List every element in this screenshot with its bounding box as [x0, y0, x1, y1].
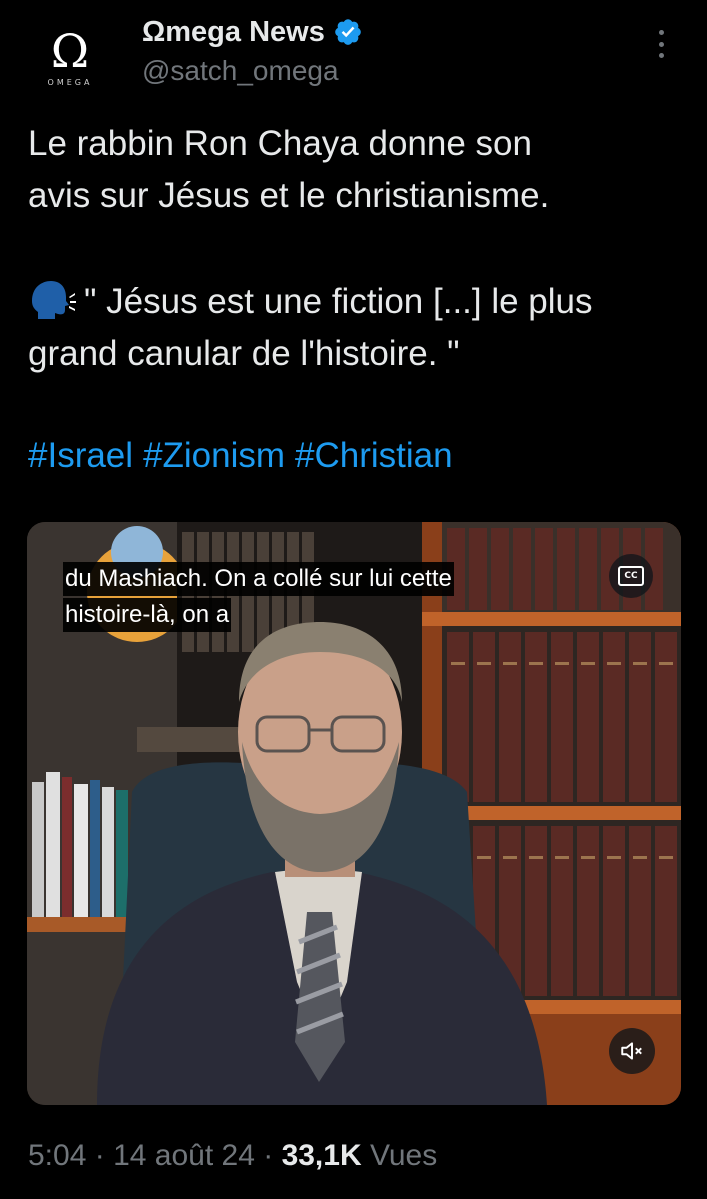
meta-separator: ·	[263, 1139, 274, 1172]
author-display-name[interactable]: Ωmega News	[142, 14, 363, 50]
hashtag-link[interactable]: #Israel	[28, 436, 133, 475]
avatar[interactable]: Ω OMEGA	[28, 14, 112, 98]
views-count[interactable]: 33,1K	[282, 1139, 362, 1172]
post-quote-line: " Jésus est une fiction [...] le plus	[28, 276, 593, 328]
video-player[interactable]: du Mashiach. On a collé sur lui cette hi…	[27, 522, 681, 1105]
mute-toggle-button[interactable]	[609, 1028, 655, 1074]
video-caption-line: histoire-là, on a	[63, 598, 232, 632]
post-text-line: avis sur Jésus et le christianisme.	[28, 176, 550, 215]
verified-badge-icon	[335, 19, 361, 45]
closed-captions-button[interactable]: CC	[609, 554, 653, 598]
speaking-head-icon	[32, 281, 76, 319]
post-time[interactable]: 5:04	[28, 1139, 86, 1172]
post: Ω OMEGA Ωmega News @satch_omega Le rabbi…	[0, 0, 707, 1199]
video-caption-line: du Mashiach. On a collé sur lui cette	[63, 562, 454, 596]
muted-speaker-icon	[621, 1042, 642, 1060]
post-metadata: 5:04 · 14 août 24 · 33,1K Vues	[28, 1134, 437, 1178]
hashtag-list: #Israel #Zionism #Christian	[28, 430, 463, 482]
closed-captions-icon: CC	[618, 566, 644, 586]
post-date[interactable]: 14 août 24	[113, 1139, 255, 1172]
avatar-omega-logo: Ω	[50, 23, 90, 78]
hashtag-link[interactable]: #Christian	[295, 436, 453, 475]
hashtag-link[interactable]: #Zionism	[143, 436, 285, 475]
avatar-wordmark: OMEGA	[47, 77, 93, 87]
more-options-icon[interactable]	[650, 26, 672, 62]
views-label: Vues	[369, 1139, 438, 1172]
post-quote-text: " Jésus est une fiction [...] le plus	[84, 282, 593, 321]
author-handle[interactable]: @satch_omega	[142, 54, 339, 88]
meta-separator: ·	[94, 1139, 105, 1172]
author-name-text: Ωmega News	[142, 16, 325, 48]
post-text-line: Le rabbin Ron Chaya donne son	[28, 124, 532, 163]
post-text-line: grand canular de l'histoire. "	[28, 334, 460, 373]
